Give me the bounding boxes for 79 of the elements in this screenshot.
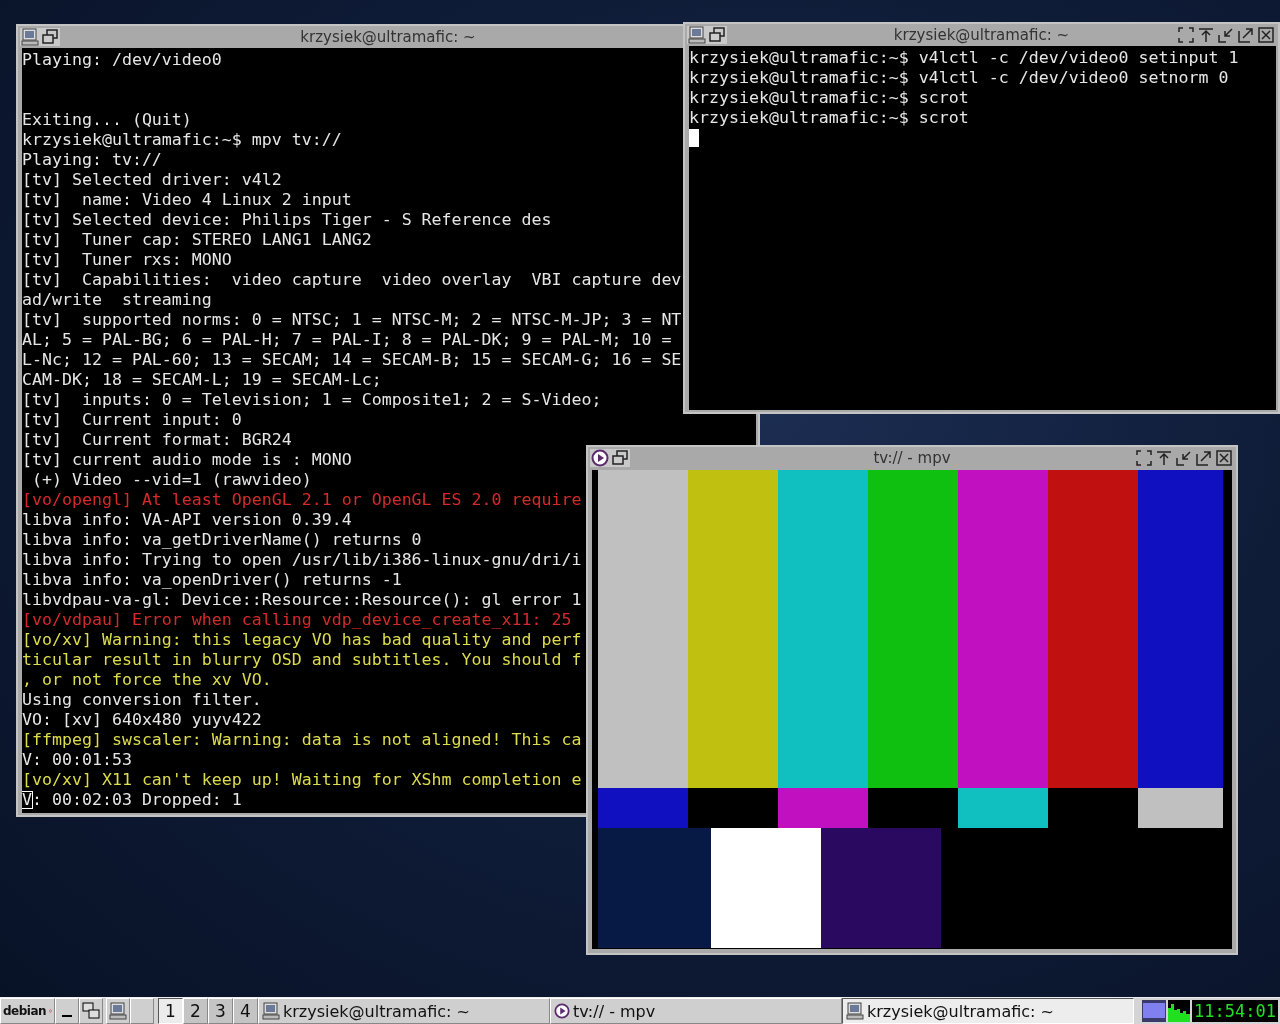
restore-icon[interactable] (708, 26, 726, 44)
launcher-button[interactable] (130, 998, 154, 1024)
workspace-button[interactable]: 1 (158, 998, 183, 1024)
restore-icon[interactable] (41, 28, 59, 46)
pager-icon (1142, 1000, 1167, 1022)
play-icon (591, 449, 609, 467)
terminal-line: krzysiek@ultramafic:~$ v4lctl -c /dev/video0 setnorm 0 (689, 68, 1229, 87)
minimize-icon[interactable] (1218, 27, 1234, 43)
raise-icon[interactable] (1156, 450, 1172, 466)
terminal-line: ad/write streaming (22, 290, 212, 309)
terminal-line: libva info: va_getDriverName() returns 0 (22, 530, 422, 549)
terminal-line: [tv] Tuner cap: STEREO LANG1 LANG2 (22, 230, 372, 249)
clock: 11:54:01 (1192, 1000, 1278, 1022)
terminal-line: [vo/xv] X11 can't keep up! Waiting for XShm completion e (22, 770, 582, 789)
fullscreen-icon[interactable] (1178, 27, 1194, 43)
terminal-line: [tv] Tuner rxs: MONO (22, 250, 232, 269)
load-graph-icon (1168, 1000, 1191, 1022)
terminal-icon (688, 26, 706, 44)
terminal-icon (846, 1002, 864, 1020)
window-title: krzysiek@ultramafic: ~ (893, 26, 1070, 44)
terminal-line: [tv] Selected driver: v4l2 (22, 170, 282, 189)
terminal-line: [tv] Selected device: Philips Tiger - S Reference des (22, 210, 552, 229)
minimize-icon[interactable] (1176, 450, 1192, 466)
terminal-line: ticular result in blurry OSD and subtitles. You should f (22, 650, 582, 669)
terminal-icon (109, 1002, 127, 1020)
taskbar-task[interactable]: krzysiek@ultramafic: ~ (258, 998, 550, 1024)
close-icon[interactable] (1258, 27, 1274, 43)
terminal-line: VO: [xv] 640x480 yuyv422 (22, 710, 262, 729)
terminal-line: [tv] Current format: BGR24 (22, 430, 292, 449)
workspace-button[interactable]: 3 (208, 998, 233, 1024)
taskbar-task[interactable]: krzysiek@ultramafic: ~ (842, 998, 1134, 1024)
terminal-line: [tv] supported norms: 0 = NTSC; 1 = NTSC-M; 2 = NTSC-M-JP; 3 = NT (22, 310, 682, 329)
terminal-line: Exiting... (Quit) (22, 110, 192, 129)
play-icon (554, 1003, 570, 1019)
maximize-icon[interactable] (1196, 450, 1212, 466)
terminal-line: [tv] inputs: 0 = Television; 1 = Composite1; 2 = S-Video; (22, 390, 602, 409)
window-title: tv:// - mpv (873, 449, 951, 467)
terminal-line: [vo/xv] Warning: this legacy VO has bad quality and perf (22, 630, 582, 649)
terminal-line: krzysiek@ultramafic:~$ scrot (689, 108, 969, 127)
terminal-line: Playing: tv:// (22, 150, 162, 169)
workspace-button[interactable]: 4 (233, 998, 258, 1024)
taskbar-task[interactable]: tv:// - mpv (550, 998, 842, 1024)
raise-icon[interactable] (1198, 27, 1214, 43)
terminal-line: CAM-DK; 18 = SECAM-L; 19 = SECAM-Lc; (22, 370, 382, 389)
terminal-line: L-Nc; 12 = PAL-60; 13 = SECAM; 14 = SECAM-B; 15 = SECAM-G; 16 = SE (22, 350, 682, 369)
terminal-line: (+) Video --vid=1 (rawvideo) (31, 470, 312, 489)
maximize-icon[interactable] (1238, 27, 1254, 43)
start-button[interactable]: debian (0, 998, 55, 1024)
windows-icon (82, 1002, 100, 1020)
restore-icon[interactable] (611, 449, 629, 467)
terminal-line: [tv] Current input: 0 (22, 410, 242, 429)
terminal-line: libvdpau-va-gl: Device::Resource::Resource(): gl error 1 (22, 590, 582, 609)
terminal-line: libva info: VA-API version 0.39.4 (22, 510, 352, 529)
terminal-line: krzysiek@ultramafic:~$ mpv tv:// (22, 130, 342, 149)
terminal-icon (21, 28, 39, 46)
fullscreen-icon[interactable] (1136, 450, 1152, 466)
terminal-icon (262, 1002, 280, 1020)
terminal-line: AL; 5 = PAL-BG; 6 = PAL-H; 7 = PAL-I; 8 = PAL-DK; 9 = PAL-M; 10 = (22, 330, 672, 349)
terminal-line: [ffmpeg] swscaler: Warning: data is not aligned! This ca (22, 730, 582, 749)
terminal-line: Playing: /dev/video0 (22, 50, 222, 69)
terminal-line: krzysiek@ultramafic:~$ v4lctl -c /dev/video0 setinput 1 (689, 48, 1239, 67)
close-icon[interactable] (1216, 450, 1232, 466)
terminal-line: , or not force the xv VO. (22, 670, 272, 689)
terminal-line: [vo/opengl] At least OpenGL 2.1 or OpenGL ES 2.0 require (22, 490, 582, 509)
terminal-line: [tv] current audio mode is : MONO (22, 450, 352, 469)
show-desktop-button[interactable] (55, 998, 79, 1024)
workspace-button[interactable]: 2 (183, 998, 208, 1024)
terminal-line: libva info: Trying to open /usr/lib/i386-linux-gnu/dri/i (22, 550, 582, 569)
terminal-line: libva info: va_openDriver() returns -1 (22, 570, 402, 589)
minimize-all-icon (62, 1015, 72, 1017)
terminal-line: [tv] name: Video 4 Linux 2 input (22, 190, 352, 209)
terminal-launcher[interactable] (106, 998, 130, 1024)
terminal-line: [vo/vdpau] Error when calling vdp_device_create_x11: 25 (22, 610, 572, 629)
terminal-line: Using conversion filter. (22, 690, 262, 709)
terminal-line: krzysiek@ultramafic:~$ scrot (689, 88, 969, 107)
terminal-line: [tv] Capabilities: video capture video overlay VBI capture dev (22, 270, 682, 289)
window-list-button[interactable] (79, 998, 103, 1024)
window-title: krzysiek@ultramafic: ~ (300, 28, 476, 46)
terminal-line: V: 00:01:53 (22, 750, 132, 769)
